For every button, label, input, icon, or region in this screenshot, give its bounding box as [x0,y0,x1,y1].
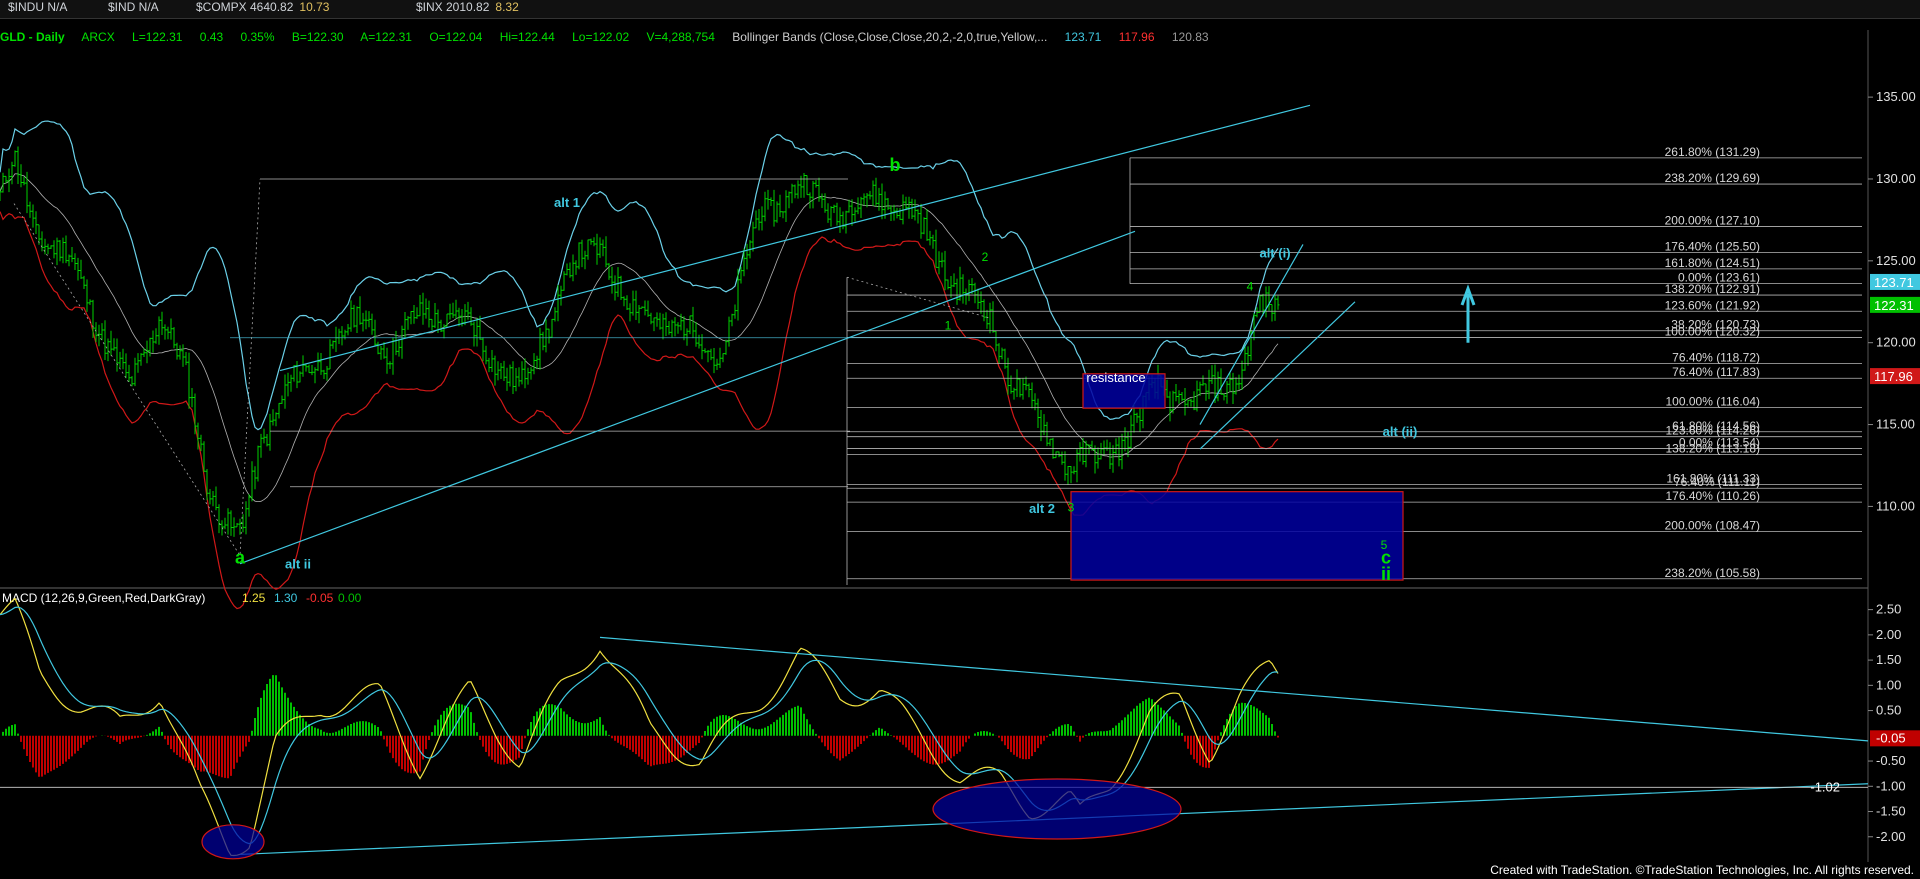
wave-label-11: alt (ii) [1383,424,1418,439]
macd-highlight-ellipse [932,778,1182,840]
fib-label-16: 138.20% (113.18) [1665,441,1760,455]
wave-label-6: resistance [1086,370,1145,385]
price-tick-label-3: 125.00 [1876,253,1916,268]
fib-label-18: 76.40% (111.11) [1674,475,1760,489]
price-marker-label-1: 122.31 [1874,298,1914,313]
macd-value-2: -0.05 [306,591,334,605]
macd-tick-label-6: -1.00 [1876,778,1906,793]
fib-label-0: 261.80% (131.29) [1665,145,1760,159]
macd-tick-label-2: 1.50 [1876,652,1901,667]
wave-label-0: a [235,548,246,568]
fib-label-6: 138.20% (122.91) [1665,282,1760,296]
wave-label-4: 2 [982,250,989,264]
trend-channel-1 [239,230,1136,565]
wave-label-10: 4 [1247,279,1254,293]
price-marker-label-2: 117.96 [1874,369,1913,384]
wave-label-9: alt (i) [1259,246,1290,261]
price-marker-label-0: 123.71 [1874,275,1914,290]
macd-value-0: 1.25 [242,591,266,605]
fib-label-4: 161.80% (124.51) [1665,256,1760,270]
fib-label-21: 238.20% (105.58) [1665,566,1760,580]
macd-highlight-ellipse-2 [201,824,265,860]
macd-tick-label-0: 2.50 [1876,602,1901,617]
price-tick-label-1: 115.00 [1876,417,1915,432]
fib-label-11: 76.40% (117.83) [1672,365,1760,379]
price-tick-label-2: 120.00 [1876,335,1916,350]
footer-credit: Created with TradeStation. ©TradeStation… [1490,863,1914,877]
fib-label-3: 176.40% (125.50) [1665,240,1760,254]
wave-label-1: alt ii [285,557,311,572]
macd-tick-label-3: 1.00 [1876,677,1901,692]
wave-dotted-line [13,178,261,557]
fib-label-9: 100.00% (120.32) [1665,324,1760,338]
price-chart[interactable]: 261.80% (131.29) 238.20% (129.69) 200.00% … [0,0,1920,879]
fib-label-19: 176.40% (110.26) [1665,489,1760,503]
macd-tick-label-1: 2.00 [1876,627,1901,642]
fib-label-12: 100.00% (116.04) [1665,395,1760,409]
wave-label-5: 1 [945,319,952,333]
fib-label-1: 238.20% (129.69) [1665,171,1760,185]
price-tick-label-0: 110.00 [1876,498,1915,513]
macd-histogram-negative [20,735,1279,779]
macd-tick-label-7: -1.50 [1876,804,1906,819]
macd-tick-label-8: -2.00 [1876,829,1906,844]
macd-value-3: 0.00 [338,591,362,605]
price-tick-label-4: 130.00 [1876,171,1916,186]
wave-label-7: alt 2 [1029,501,1055,516]
target-zone-box[interactable] [1070,491,1404,581]
fib-label-2: 200.00% (127.10) [1665,213,1760,227]
wave-label-3: b [890,155,901,175]
wave-label-8: 3 [1068,500,1075,514]
wave-label-2: alt 1 [554,195,580,210]
macd-histogram-positive [0,675,1276,736]
price-tick-label-5: 135.00 [1876,89,1916,104]
trend-channel-3 [1199,301,1356,450]
macd-value-1: 1.30 [274,591,298,605]
up-arrow-icon [1460,284,1476,343]
macd-tick-label-5: -0.50 [1876,753,1906,768]
fib-label-7: 123.60% (121.92) [1665,298,1760,312]
fib-label-10: 76.40% (118.72) [1672,351,1760,365]
macd-title: MACD (12,26,9,Green,Red,DarkGray) [2,591,205,605]
macd-marker-label-1: -1.02 [1810,779,1840,794]
trend-channel-2 [1199,244,1304,425]
wave-label-14: ii [1381,564,1391,584]
fib-label-20: 200.00% (108.47) [1665,518,1760,532]
macd-marker-label-0: -0.05 [1876,730,1906,745]
macd-tick-label-4: 0.50 [1876,703,1901,718]
